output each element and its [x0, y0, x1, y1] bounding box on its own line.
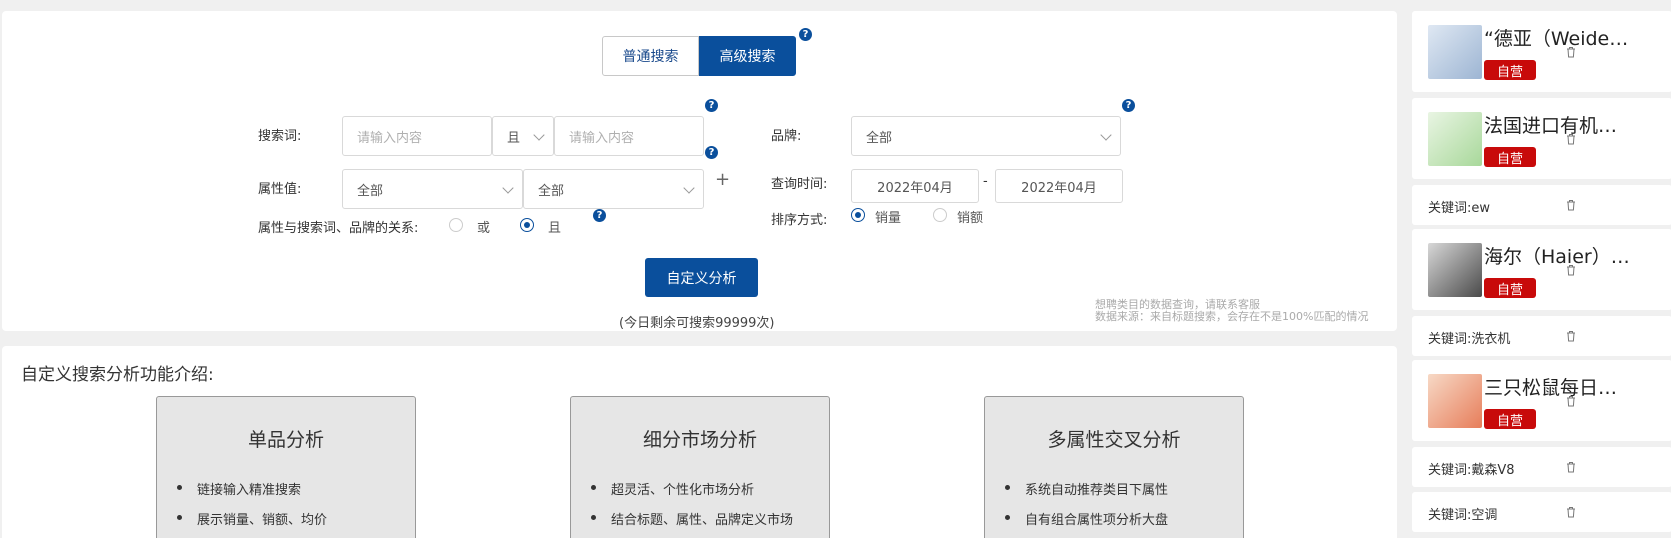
brand-select[interactable]: 全部 — [851, 116, 1121, 156]
query-time-from[interactable]: 2022年04月 — [851, 169, 979, 203]
history-item-product[interactable]: “德亚（Weidendorf）德国原装进口 自营 — [1412, 11, 1671, 92]
query-time-from-value: 2022年04月 — [877, 180, 953, 196]
relation-option-or: 或 — [477, 221, 491, 236]
feature-card-multi-attribute: 多属性交叉分析 系统自动推荐类目下属性 自有组合属性项分析大盘 — [984, 396, 1244, 538]
keyword-text: 关键词:空调 — [1428, 508, 1498, 523]
self-operated-badge: 自营 — [1484, 147, 1536, 167]
self-operated-badge: 自营 — [1484, 60, 1536, 80]
search-word-placeholder-1: 请输入内容 — [357, 130, 423, 146]
attribute-help-icon[interactable]: ? — [705, 146, 718, 159]
search-operator-value: 且 — [507, 130, 521, 146]
search-mode-tabs: 普通搜索 高级搜索 — [602, 36, 796, 76]
keyword-text: 关键词:ew — [1428, 201, 1491, 216]
trash-icon[interactable] — [1566, 199, 1576, 211]
custom-analysis-button[interactable]: 自定义分析 — [645, 258, 758, 297]
feature-card-title: 单品分析 — [247, 429, 324, 451]
search-word-label: 搜索词: — [258, 129, 302, 144]
relation-option-and: 且 — [548, 221, 562, 236]
trash-icon[interactable] — [1566, 46, 1576, 58]
sort-radio-sales-amount[interactable] — [933, 208, 947, 222]
trash-icon[interactable] — [1566, 330, 1576, 342]
sort-option-sales-amount: 销额 — [957, 211, 984, 226]
product-thumbnail — [1428, 374, 1482, 428]
trash-icon[interactable] — [1566, 264, 1576, 276]
history-item-keyword[interactable]: 关键词:戴森V8 — [1412, 447, 1671, 487]
trash-icon[interactable] — [1566, 461, 1576, 473]
sort-option-sales-volume: 销量 — [875, 211, 902, 226]
feature-card-segment-market: 细分市场分析 超灵活、个性化市场分析 结合标题、属性、品牌定义市场 — [570, 396, 830, 538]
history-item-keyword[interactable]: 关键词:ew — [1412, 185, 1671, 225]
brand-help-icon[interactable]: ? — [1122, 99, 1135, 112]
attribute-value-1: 全部 — [357, 183, 384, 199]
add-attribute-icon[interactable]: + — [715, 169, 730, 190]
trash-icon[interactable] — [1566, 395, 1576, 407]
tab-normal-search[interactable]: 普通搜索 — [602, 36, 699, 76]
history-item-keyword[interactable]: 关键词:洗衣机 — [1412, 316, 1671, 356]
chevron-down-icon — [533, 129, 545, 141]
chevron-down-icon — [502, 182, 514, 194]
search-operator-select[interactable]: 且 — [492, 116, 554, 156]
feature-card-item: 自有组合属性项分析大盘 — [1004, 509, 1168, 538]
feature-intro-panel: 自定义搜索分析功能介绍: 单品分析 链接输入精准搜索 展示销量、销额、均价 细分… — [2, 346, 1397, 538]
intro-title: 自定义搜索分析功能介绍: — [21, 365, 214, 385]
data-source-note: 数据来源：来自标题搜索，会存在不是100%匹配的情况 — [1095, 310, 1369, 323]
history-item-product[interactable]: 法国进口有机奶粉 自营 — [1412, 98, 1671, 179]
history-item-keyword[interactable]: 关键词:空调 — [1412, 492, 1671, 532]
feature-card-item: 结合标题、属性、品牌定义市场 — [590, 509, 793, 538]
tabs-help-icon[interactable]: ? — [799, 28, 812, 41]
query-time-label: 查询时间: — [771, 177, 828, 192]
relation-radio-and[interactable] — [520, 218, 534, 232]
keyword-text: 关键词:戴森V8 — [1428, 463, 1515, 478]
chevron-down-icon — [1100, 129, 1112, 141]
feature-card-item: 链接输入精准搜索 — [176, 479, 327, 509]
feature-card-title: 多属性交叉分析 — [1047, 429, 1181, 451]
history-item-product[interactable]: 三只松鼠每日坚果 自营 — [1412, 360, 1671, 441]
history-item-product[interactable]: 海尔（Haier）洗衣机 自营 — [1412, 229, 1671, 310]
advanced-search-panel: 普通搜索 高级搜索 ? 搜索词: 请输入内容 且 请输入内容 ? 品牌: 全部 … — [2, 11, 1397, 331]
brand-label: 品牌: — [771, 129, 802, 144]
attribute-label: 属性值: — [258, 182, 302, 197]
query-time-to[interactable]: 2022年04月 — [995, 169, 1123, 203]
keyword-text: 关键词:洗衣机 — [1428, 332, 1511, 347]
search-word-placeholder-2: 请输入内容 — [569, 130, 635, 146]
trash-icon[interactable] — [1566, 133, 1576, 145]
product-title: 海尔（Haier）洗衣机 — [1484, 246, 1634, 268]
attribute-value-2: 全部 — [538, 183, 565, 199]
chevron-down-icon — [683, 182, 695, 194]
remaining-searches-text: (今日剩余可搜索99999次) — [619, 316, 775, 331]
tab-advanced-search[interactable]: 高级搜索 — [699, 36, 796, 76]
attribute-select-1[interactable]: 全部 — [342, 169, 523, 209]
search-word-input-2[interactable]: 请输入内容 — [554, 116, 704, 156]
feature-card-item: 超灵活、个性化市场分析 — [590, 479, 793, 509]
feature-card-title: 细分市场分析 — [642, 429, 757, 451]
sort-radio-sales-volume[interactable] — [851, 208, 865, 222]
search-word-help-icon[interactable]: ? — [705, 99, 718, 112]
product-thumbnail — [1428, 25, 1482, 79]
product-title: “德亚（Weidendorf）德国原装进口 — [1484, 28, 1634, 50]
self-operated-badge: 自营 — [1484, 409, 1536, 429]
query-time-separator: - — [983, 174, 988, 189]
feature-card-item: 系统自动推荐类目下属性 — [1004, 479, 1168, 509]
attribute-select-2[interactable]: 全部 — [523, 169, 704, 209]
relation-radio-or[interactable] — [449, 218, 463, 232]
sort-label: 排序方式: — [771, 213, 828, 228]
product-thumbnail — [1428, 112, 1482, 166]
query-time-to-value: 2022年04月 — [1021, 180, 1097, 196]
self-operated-badge: 自营 — [1484, 278, 1536, 298]
product-title: 法国进口有机奶粉 — [1484, 115, 1634, 137]
relation-help-icon[interactable]: ? — [593, 209, 606, 222]
product-thumbnail — [1428, 243, 1482, 297]
trash-icon[interactable] — [1566, 506, 1576, 518]
product-title: 三只松鼠每日坚果 — [1484, 377, 1634, 399]
feature-card-item: 展示销量、销额、均价 — [176, 509, 327, 538]
brand-value: 全部 — [866, 130, 893, 146]
feature-card-single-product: 单品分析 链接输入精准搜索 展示销量、销额、均价 — [156, 396, 416, 538]
relation-label: 属性与搜索词、品牌的关系: — [258, 221, 419, 236]
search-word-input-1[interactable]: 请输入内容 — [342, 116, 492, 156]
